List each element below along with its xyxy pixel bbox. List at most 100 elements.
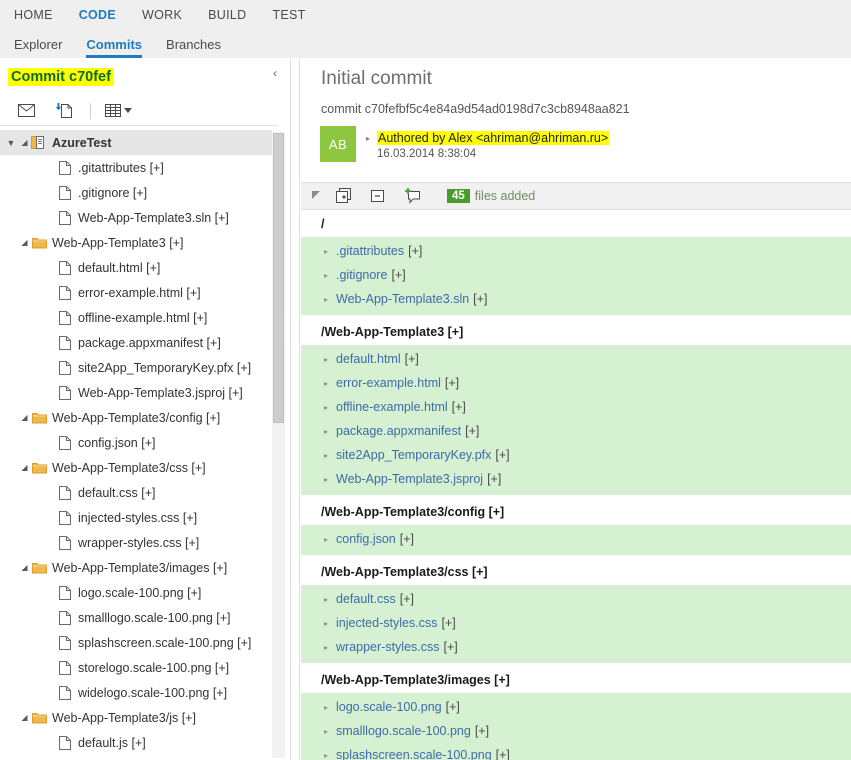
primary-nav-item-build[interactable]: BUILD (208, 8, 246, 22)
primary-nav-item-test[interactable]: TEST (272, 8, 305, 22)
file-disclosure-icon[interactable]: ▸ (321, 475, 331, 484)
expand-all-button[interactable] (329, 184, 359, 208)
file-disclosure-icon[interactable]: ▸ (321, 751, 331, 760)
tree-folder-item[interactable]: ◢ Web-App-Template3/css [+] (0, 455, 272, 480)
file-link[interactable]: splashscreen.scale-100.png (336, 748, 492, 760)
tree-file-item[interactable]: Web-App-Template3.sln [+] (0, 205, 272, 230)
tree-file-item[interactable]: .gitattributes [+] (0, 155, 272, 180)
file-link[interactable]: logo.scale-100.png (336, 700, 442, 714)
file-disclosure-icon[interactable]: ▸ (321, 643, 331, 652)
tree-file-item[interactable]: package.appxmanifest [+] (0, 330, 272, 355)
tree-folder-item[interactable]: ◢ Web-App-Template3/config [+] (0, 405, 272, 430)
file-group-header[interactable]: /Web-App-Template3/css [+] (301, 558, 851, 585)
tab-commits[interactable]: Commits (86, 30, 142, 58)
tree-expander-icon[interactable]: ◢ (18, 138, 31, 147)
collapse-all-button[interactable] (363, 184, 393, 208)
file-link[interactable]: site2App_TemporaryKey.pfx (336, 448, 491, 462)
tree-file-item[interactable]: config.json [+] (0, 430, 272, 455)
tree-folder-item[interactable]: ◢ Web-App-Template3 [+] (0, 230, 272, 255)
tree-file-item[interactable]: wrapper-styles.css [+] (0, 530, 272, 555)
file-group-header[interactable]: /Web-App-Template3/config [+] (301, 498, 851, 525)
tree-file-item[interactable]: storelogo.scale-100.png [+] (0, 655, 272, 680)
tree-file-item[interactable]: Web-App-Template3.jsproj [+] (0, 380, 272, 405)
file-link[interactable]: Web-App-Template3.jsproj (336, 472, 483, 486)
file-row[interactable]: ▸ default.html [+] (301, 347, 851, 371)
file-disclosure-icon[interactable]: ▸ (321, 355, 331, 364)
file-disclosure-icon[interactable]: ▸ (321, 247, 331, 256)
tree-file-item[interactable]: smalllogo.scale-100.png [+] (0, 605, 272, 630)
email-icon[interactable] (12, 99, 40, 123)
tree-file-item[interactable]: offline-example.html [+] (0, 305, 272, 330)
file-disclosure-icon[interactable]: ▸ (321, 451, 331, 460)
file-row[interactable]: ▸ offline-example.html [+] (301, 395, 851, 419)
file-disclosure-icon[interactable]: ▸ (321, 403, 331, 412)
file-disclosure-icon[interactable]: ▸ (321, 703, 331, 712)
file-link[interactable]: default.css (336, 592, 396, 606)
file-row[interactable]: ▸ Web-App-Template3.sln [+] (301, 287, 851, 311)
tree-file-item[interactable]: default.css [+] (0, 480, 272, 505)
file-link[interactable]: default.html (336, 352, 401, 366)
file-row[interactable]: ▸ package.appxmanifest [+] (301, 419, 851, 443)
tree-expander-icon[interactable]: ◢ (18, 713, 31, 722)
file-group-header[interactable]: /Web-App-Template3/images [+] (301, 666, 851, 693)
file-disclosure-icon[interactable]: ▸ (321, 295, 331, 304)
tree-expander-icon[interactable]: ◢ (18, 413, 31, 422)
tree-expander-icon[interactable]: ◢ (18, 463, 31, 472)
file-row[interactable]: ▸ .gitignore [+] (301, 263, 851, 287)
tree-folder-item[interactable]: ◢ Web-App-Template3/js [+] (0, 705, 272, 730)
file-link[interactable]: offline-example.html (336, 400, 448, 414)
download-file-icon[interactable] (50, 99, 78, 123)
section-collapse-icon[interactable] (305, 191, 329, 201)
file-group-header[interactable]: /Web-App-Template3 [+] (301, 318, 851, 345)
primary-nav-item-code[interactable]: CODE (79, 8, 116, 22)
tree-file-item[interactable]: widelogo.scale-100.png [+] (0, 680, 272, 705)
tree-file-item[interactable]: error-example.html [+] (0, 280, 272, 305)
author-disclosure-icon[interactable]: ▸ (366, 134, 374, 144)
file-row[interactable]: ▸ default.css [+] (301, 587, 851, 611)
tree-expander-icon[interactable]: ◢ (18, 238, 31, 247)
primary-nav-item-home[interactable]: HOME (14, 8, 53, 22)
tree-expander-icon[interactable]: ◢ (18, 563, 31, 572)
file-link[interactable]: package.appxmanifest (336, 424, 461, 438)
tree-file-item[interactable]: injected-styles.css [+] (0, 505, 272, 530)
tree-file-item[interactable]: default.html [+] (0, 255, 272, 280)
collapse-panel-chevron-icon[interactable]: ‹ (268, 66, 282, 80)
primary-nav-item-work[interactable]: WORK (142, 8, 182, 22)
file-group-header[interactable]: / (301, 210, 851, 237)
file-row[interactable]: ▸ splashscreen.scale-100.png [+] (301, 743, 851, 760)
file-row[interactable]: ▸ logo.scale-100.png [+] (301, 695, 851, 719)
file-link[interactable]: config.json (336, 532, 396, 546)
file-link[interactable]: smalllogo.scale-100.png (336, 724, 471, 738)
columns-icon[interactable] (101, 99, 135, 123)
file-disclosure-icon[interactable]: ▸ (321, 427, 331, 436)
file-disclosure-icon[interactable]: ▸ (321, 619, 331, 628)
tree-file-item[interactable]: splashscreen.scale-100.png [+] (0, 630, 272, 655)
file-link[interactable]: injected-styles.css (336, 616, 437, 630)
file-link[interactable]: .gitattributes (336, 244, 404, 258)
tab-branches[interactable]: Branches (166, 30, 221, 58)
file-link[interactable]: wrapper-styles.css (336, 640, 440, 654)
file-disclosure-icon[interactable]: ▸ (321, 379, 331, 388)
tree-repo-item[interactable]: ▼ ◢ AzureTest (0, 130, 272, 155)
file-row[interactable]: ▸ Web-App-Template3.jsproj [+] (301, 467, 851, 491)
file-disclosure-icon[interactable]: ▸ (321, 535, 331, 544)
file-link[interactable]: error-example.html (336, 376, 441, 390)
tree-file-item[interactable]: logo.scale-100.png [+] (0, 580, 272, 605)
tree-file-item[interactable]: default.js [+] (0, 730, 272, 755)
file-row[interactable]: ▸ .gitattributes [+] (301, 239, 851, 263)
file-link[interactable]: .gitignore (336, 268, 387, 282)
panel-splitter[interactable] (290, 58, 300, 760)
tree-file-item[interactable]: site2App_TemporaryKey.pfx [+] (0, 355, 272, 380)
tree-root-caret-icon[interactable]: ▼ (4, 138, 18, 148)
tree-folder-item[interactable]: ◢ Web-App-Template3/images [+] (0, 555, 272, 580)
file-disclosure-icon[interactable]: ▸ (321, 595, 331, 604)
tree-file-item[interactable]: .gitignore [+] (0, 180, 272, 205)
file-row[interactable]: ▸ smalllogo.scale-100.png [+] (301, 719, 851, 743)
file-row[interactable]: ▸ error-example.html [+] (301, 371, 851, 395)
file-disclosure-icon[interactable]: ▸ (321, 271, 331, 280)
file-row[interactable]: ▸ config.json [+] (301, 527, 851, 551)
file-row[interactable]: ▸ site2App_TemporaryKey.pfx [+] (301, 443, 851, 467)
file-row[interactable]: ▸ injected-styles.css [+] (301, 611, 851, 635)
tree-scrollbar-thumb[interactable] (273, 133, 284, 423)
add-comment-icon[interactable] (397, 184, 427, 208)
